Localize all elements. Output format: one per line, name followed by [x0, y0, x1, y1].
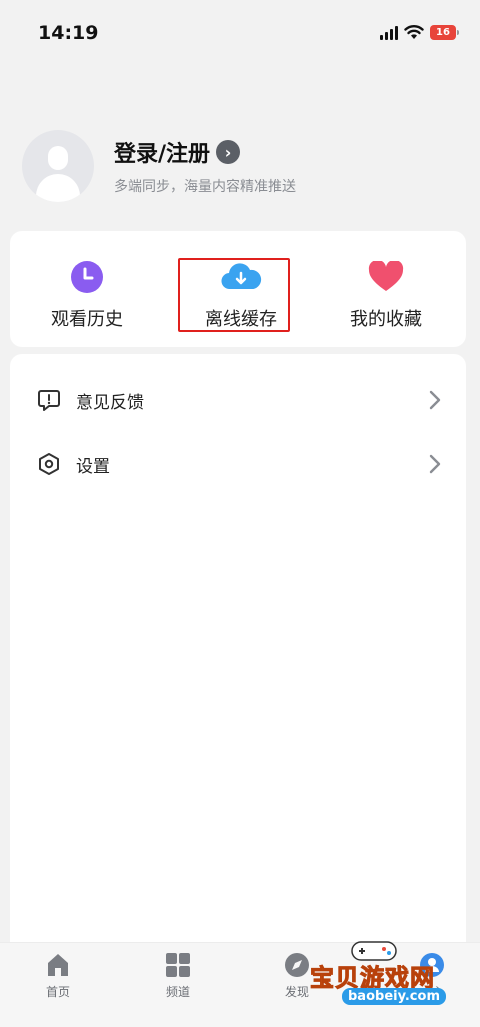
- my-favorites-button[interactable]: 我的收藏: [311, 231, 461, 347]
- tab-home[interactable]: 首页: [18, 951, 98, 1000]
- login-register-title[interactable]: 登录/注册: [114, 136, 210, 168]
- watermark-url: baobeiy.com: [342, 988, 446, 1005]
- watermark-logo: 宝贝游戏网 baobeiy.com: [300, 936, 450, 1026]
- tab-home-label: 首页: [45, 985, 70, 999]
- status-bar: 14:19 16: [0, 0, 480, 66]
- my-favorites-label: 我的收藏: [350, 309, 422, 330]
- battery-icon: 16: [430, 24, 459, 40]
- avatar[interactable]: [22, 130, 94, 202]
- home-icon: [48, 954, 68, 976]
- feedback-icon: [36, 387, 62, 413]
- chevron-right-icon[interactable]: [428, 389, 442, 411]
- watch-history-button[interactable]: 观看历史: [12, 231, 162, 347]
- quick-actions-card: 观看历史 离线缓存 我的收藏: [10, 231, 466, 347]
- profile-text: 登录/注册 › 多端同步，海量内容精准推送: [114, 136, 296, 196]
- battery-level: 16: [436, 26, 450, 38]
- feedback-label: 意见反馈: [76, 392, 144, 413]
- chevron-right-icon[interactable]: [428, 453, 442, 475]
- profile-header[interactable]: 登录/注册 › 多端同步，海量内容精准推送: [22, 130, 296, 202]
- menu-card: 意见反馈 设置: [10, 354, 466, 954]
- heart-icon: [368, 261, 404, 293]
- login-subtitle: 多端同步，海量内容精准推送: [114, 179, 296, 195]
- wifi-icon: [404, 25, 424, 39]
- highlight-annotation-box: [178, 258, 290, 332]
- menu-item-settings[interactable]: 设置: [10, 432, 466, 496]
- menu-item-feedback[interactable]: 意见反馈: [10, 368, 466, 432]
- tab-channel-label: 频道: [165, 985, 190, 999]
- grid-icon: [166, 953, 190, 977]
- clock-icon: [70, 261, 104, 293]
- tab-channel[interactable]: 频道: [138, 951, 218, 1000]
- chevron-right-circle-icon[interactable]: ›: [216, 140, 241, 164]
- settings-hex-icon: [36, 451, 62, 477]
- watch-history-label: 观看历史: [51, 309, 123, 330]
- status-icons: 16: [380, 24, 459, 40]
- login-register-link[interactable]: 登录/注册 ›: [114, 136, 296, 168]
- signal-icon: [380, 24, 398, 40]
- status-time: 14:19: [38, 22, 99, 44]
- settings-label: 设置: [76, 456, 110, 477]
